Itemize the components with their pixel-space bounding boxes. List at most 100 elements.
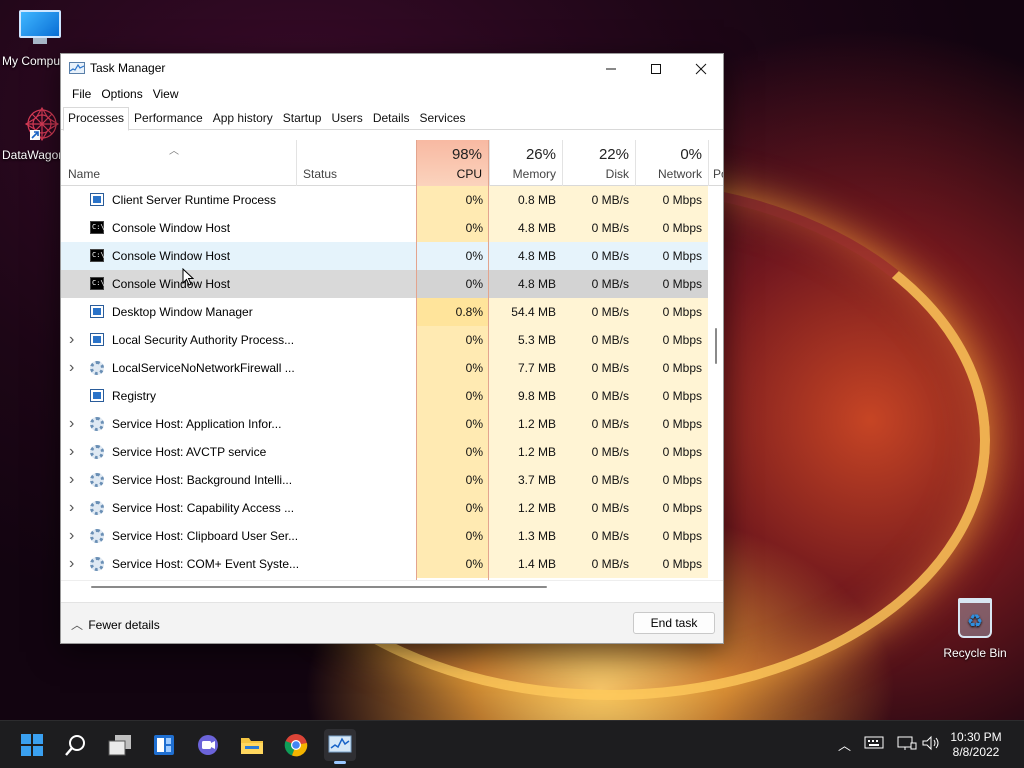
process-name: Registry: [112, 389, 157, 403]
sort-up-icon: ︿: [169, 146, 179, 157]
expand-chevron-icon[interactable]: ›: [69, 326, 79, 354]
menu-file[interactable]: File: [67, 84, 96, 106]
widgets-icon: [154, 735, 174, 755]
table-row[interactable]: Client Server Runtime Process 0% 0.8 MB 0 M…: [61, 186, 708, 214]
search-button[interactable]: [60, 729, 92, 761]
network-icon[interactable]: [897, 735, 917, 754]
network-label: Network: [657, 167, 702, 181]
column-header-network[interactable]: 0% Network: [635, 140, 708, 186]
chat-button[interactable]: [192, 729, 224, 761]
table-row[interactable]: › Service Host: COM+ Event Syste... 0% 1.4 …: [61, 550, 708, 578]
process-icon: [90, 389, 104, 402]
table-row[interactable]: Console Window Host 0%4.8 MB0 MB/s0 Mbps: [61, 242, 708, 270]
table-row[interactable]: Registry 0% 9.8 MB 0 MB/s 0 Mbps: [61, 382, 708, 410]
title-bar[interactable]: Task Manager: [61, 54, 723, 84]
fewer-details-button[interactable]: ︿ Fewer details: [71, 616, 160, 633]
footer-bar: ︿ Fewer details End task: [61, 602, 723, 643]
maximize-button[interactable]: [633, 54, 679, 84]
file-explorer-button[interactable]: [236, 729, 268, 761]
cpu-cell: 0%: [416, 270, 489, 298]
tab-app-history[interactable]: App history: [208, 107, 278, 129]
widgets-button[interactable]: [148, 729, 180, 761]
expand-chevron-icon[interactable]: ›: [69, 550, 79, 578]
menu-view[interactable]: View: [148, 84, 184, 106]
horizontal-scroll-thumb[interactable]: [91, 586, 547, 588]
table-row[interactable]: › Service Host: Clipboard User Ser... 0% 1.…: [61, 522, 708, 550]
column-status-label: Status: [303, 167, 338, 181]
memory-cell: 1.2 MB: [489, 410, 562, 438]
close-button[interactable]: [678, 54, 724, 84]
process-name: Service Host: AVCTP service: [112, 445, 267, 459]
tab-services[interactable]: Services: [415, 107, 471, 129]
taskbar: ︿ 10:30 PM 8/8/2022: [0, 720, 1024, 768]
chat-icon: [198, 735, 218, 755]
column-header-name[interactable]: ︿ Name: [61, 140, 296, 186]
task-manager-taskbar-button[interactable]: [324, 729, 356, 764]
tab-processes[interactable]: Processes: [63, 107, 130, 131]
desktop-icon-label: Recycle Bin: [943, 646, 1007, 660]
search-icon: [65, 735, 85, 756]
column-header-power[interactable]: Po: [708, 140, 723, 186]
expand-chevron-icon[interactable]: ›: [69, 438, 79, 466]
table-row[interactable]: › Service Host: Capability Access ... 0% 1.…: [61, 494, 708, 522]
table-row[interactable]: › Service Host: AVCTP service 0% 1.2 MB 0 MB…: [61, 438, 708, 466]
table-row[interactable]: › Local Security Authority Process... 0% 5.…: [61, 326, 708, 354]
network-cell: 0 Mbps: [635, 354, 708, 382]
network-cell: 0 Mbps: [635, 494, 708, 522]
cpu-cell: 0%: [416, 214, 489, 242]
memory-cell: 4.8 MB: [489, 242, 562, 270]
expand-chevron-icon[interactable]: ›: [69, 494, 79, 522]
column-header-status[interactable]: Status: [296, 140, 416, 186]
active-indicator: [334, 761, 346, 764]
vertical-scrollbar[interactable]: [709, 186, 723, 578]
chevron-up-icon[interactable]: ︿: [838, 735, 851, 754]
expand-chevron-icon[interactable]: ›: [69, 466, 79, 494]
minimize-button[interactable]: [588, 54, 634, 84]
end-task-button[interactable]: End task: [633, 612, 715, 634]
memory-cell: 1.4 MB: [489, 550, 562, 578]
expand-chevron-icon[interactable]: ›: [69, 354, 79, 382]
network-cell: 0 Mbps: [635, 214, 708, 242]
network-cell: 0 Mbps: [635, 382, 708, 410]
desktop-icon-recycle-bin[interactable]: ♻ Recycle Bin: [935, 598, 1015, 660]
column-header-disk[interactable]: 22% Disk: [562, 140, 635, 186]
menu-options[interactable]: Options: [96, 84, 147, 106]
monitor-icon: [19, 10, 61, 44]
tab-users[interactable]: Users: [326, 107, 367, 129]
memory-cell: 4.8 MB: [489, 214, 562, 242]
cpu-cell: 0.8%: [416, 298, 489, 326]
cpu-cell: 0%: [416, 410, 489, 438]
vertical-scroll-thumb[interactable]: [715, 328, 717, 364]
volume-icon[interactable]: [921, 735, 941, 754]
chrome-button[interactable]: [280, 729, 312, 761]
service-gear-icon: [90, 445, 104, 459]
horizontal-scrollbar[interactable]: [61, 580, 723, 592]
disk-cell: 0 MB/s: [562, 186, 635, 214]
process-name: Console Window Host: [112, 277, 231, 291]
table-row[interactable]: › Service Host: Application Infor... 0% 1.2…: [61, 410, 708, 438]
close-icon: [695, 63, 707, 75]
task-view-button[interactable]: [104, 729, 136, 761]
start-button[interactable]: [16, 729, 48, 761]
taskbar-clock[interactable]: 10:30 PM 8/8/2022: [946, 730, 1006, 760]
tab-startup[interactable]: Startup: [278, 107, 327, 129]
table-row[interactable]: Console Window Host 0%4.8 MB0 MB/s0 Mbps: [61, 270, 708, 298]
expand-chevron-icon[interactable]: ›: [69, 410, 79, 438]
process-name: Console Window Host: [112, 249, 231, 263]
task-manager-icon: [328, 735, 352, 753]
chrome-icon: [284, 734, 308, 757]
column-header-cpu[interactable]: 98% CPU: [416, 140, 489, 186]
cpu-percent: 98%: [451, 146, 482, 163]
table-row[interactable]: Desktop Window Manager 0.8% 54.4 MB 0 MB/s 0…: [61, 298, 708, 326]
tab-performance[interactable]: Performance: [129, 107, 208, 129]
process-name: Desktop Window Manager: [112, 305, 253, 319]
tab-details[interactable]: Details: [368, 107, 415, 129]
expand-chevron-icon[interactable]: ›: [69, 522, 79, 550]
table-row[interactable]: › Service Host: Background Intelli... 0% 3.…: [61, 466, 708, 494]
table-row[interactable]: › LocalServiceNoNetworkFirewall ... 0% 7.7 …: [61, 354, 708, 382]
menu-bar: File Options View: [61, 84, 723, 106]
service-gear-icon: [90, 361, 104, 375]
column-header-memory[interactable]: 26% Memory: [489, 140, 562, 186]
table-row[interactable]: Console Window Host 0%4.8 MB0 MB/s0 Mbps: [61, 214, 708, 242]
keyboard-icon[interactable]: [864, 735, 884, 752]
